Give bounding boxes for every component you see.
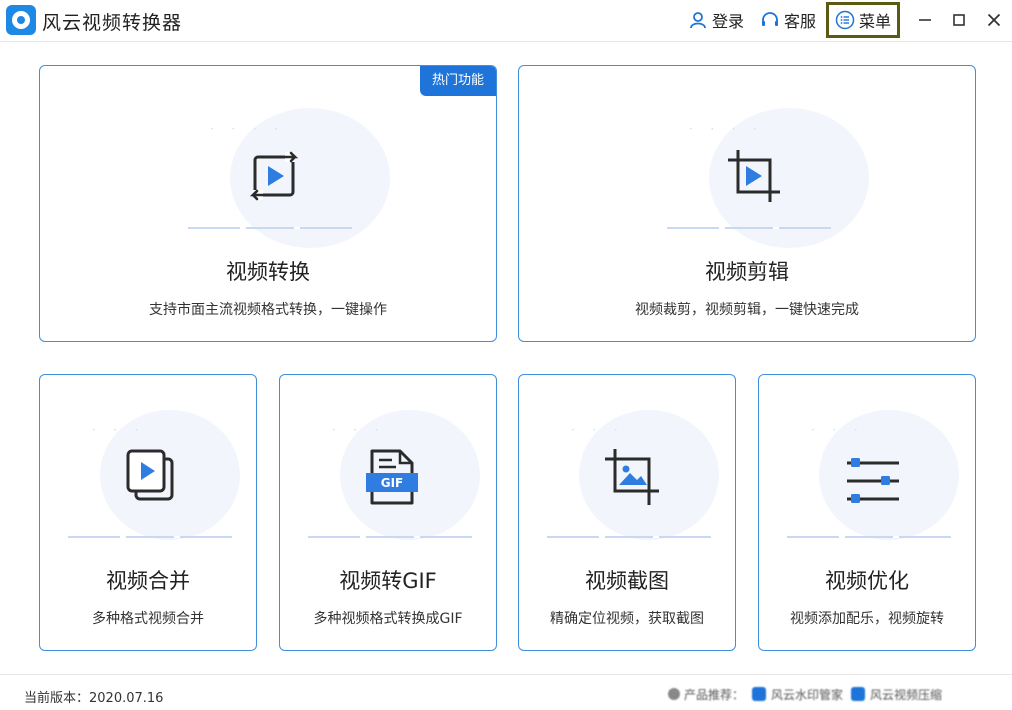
gif-icon: GIF (366, 449, 418, 505)
card-title: 视频转换 (226, 260, 310, 284)
product-recommendation: 产品推荐： 风云水印管家 风云视频压缩 (668, 685, 942, 703)
decor-dots: • • • (92, 427, 147, 434)
convert-icon (249, 151, 299, 201)
close-button[interactable] (981, 8, 1007, 32)
icon-baseline (188, 227, 352, 229)
customer-service-button[interactable]: 客服 (760, 6, 816, 34)
product-link-watermark[interactable]: 风云水印管家 (771, 686, 843, 703)
menu-label: 菜单 (858, 12, 891, 31)
user-icon (690, 12, 706, 29)
product-link-compress[interactable]: 风云视频压缩 (870, 686, 942, 703)
compress-app-icon (851, 687, 866, 701)
icon-baseline (667, 227, 831, 229)
headset-icon (762, 12, 778, 26)
card-description: 多种视频格式转换成GIF (313, 611, 463, 627)
minimize-button[interactable] (912, 8, 938, 32)
gif-icon-label: GIF (381, 476, 404, 490)
video-edit-card[interactable]: • • • • 视频剪辑 视频裁剪，视频剪辑，一键快速完成 (518, 65, 976, 342)
card-description: 视频裁剪，视频剪辑，一键快速完成 (635, 302, 859, 318)
card-title: 视频优化 (825, 569, 909, 593)
login-label: 登录 (712, 12, 745, 31)
card-title: 视频合并 (106, 569, 190, 593)
menu-button[interactable]: 菜单 (826, 2, 900, 38)
video-merge-card[interactable]: • • • 视频合并 多种格式视频合并 (39, 374, 257, 651)
service-label: 客服 (784, 12, 817, 31)
minimize-icon (919, 19, 931, 21)
card-title: 视频剪辑 (705, 260, 789, 284)
card-description: 精确定位视频，获取截图 (550, 611, 704, 627)
app-logo-icon (6, 5, 36, 35)
card-description: 视频添加配乐，视频旋转 (790, 611, 944, 627)
video-optimize-card[interactable]: • • • 视频优化 视频添加配乐，视频旋转 (758, 374, 976, 651)
version-label: 当前版本：2020.07.16 (24, 691, 164, 706)
decor-dots: • • • (332, 427, 387, 434)
list-menu-icon (835, 10, 855, 30)
hot-feature-badge: 热门功能 (420, 66, 496, 96)
card-description: 支持市面主流视频格式转换，一键操作 (149, 302, 387, 318)
help-icon (668, 688, 680, 700)
optimize-icon (847, 458, 899, 503)
card-title: 视频转GIF (339, 569, 437, 593)
maximize-icon (953, 14, 965, 26)
decor-dots: • • • (811, 427, 866, 434)
login-button[interactable]: 登录 (688, 6, 744, 34)
screenshot-icon (605, 449, 659, 505)
card-description: 多种格式视频合并 (92, 611, 204, 627)
status-footer: 当前版本：2020.07.16 产品推荐： 风云水印管家 风云视频压缩 (0, 674, 1012, 710)
icon-baseline (787, 536, 951, 538)
decor-dots: • • • • (689, 126, 765, 133)
icon-baseline (68, 536, 232, 538)
video-to-gif-card[interactable]: • • • GIF 视频转GIF 多种视频格式转换成GIF (279, 374, 497, 651)
icon-baseline (308, 536, 472, 538)
close-icon (987, 13, 1001, 27)
crop-video-icon (728, 150, 780, 202)
app-title: 风云视频转换器 (42, 12, 183, 34)
video-screenshot-card[interactable]: • • • 视频截图 精确定位视频，获取截图 (518, 374, 736, 651)
title-bar: 风云视频转换器 登录 客服 菜单 (0, 0, 1012, 42)
icon-baseline (547, 536, 711, 538)
decor-dots: • • • • (210, 126, 286, 133)
card-title: 视频截图 (585, 569, 669, 593)
recommend-label: 产品推荐： (684, 687, 745, 702)
decor-dots: • • • (571, 427, 626, 434)
maximize-button[interactable] (946, 8, 972, 32)
watermark-app-icon (752, 687, 767, 701)
merge-video-icon (126, 449, 174, 501)
video-convert-card[interactable]: • • • • 热门功能 视频转换 支持市面主流视频格式转换，一键操作 (39, 65, 497, 342)
